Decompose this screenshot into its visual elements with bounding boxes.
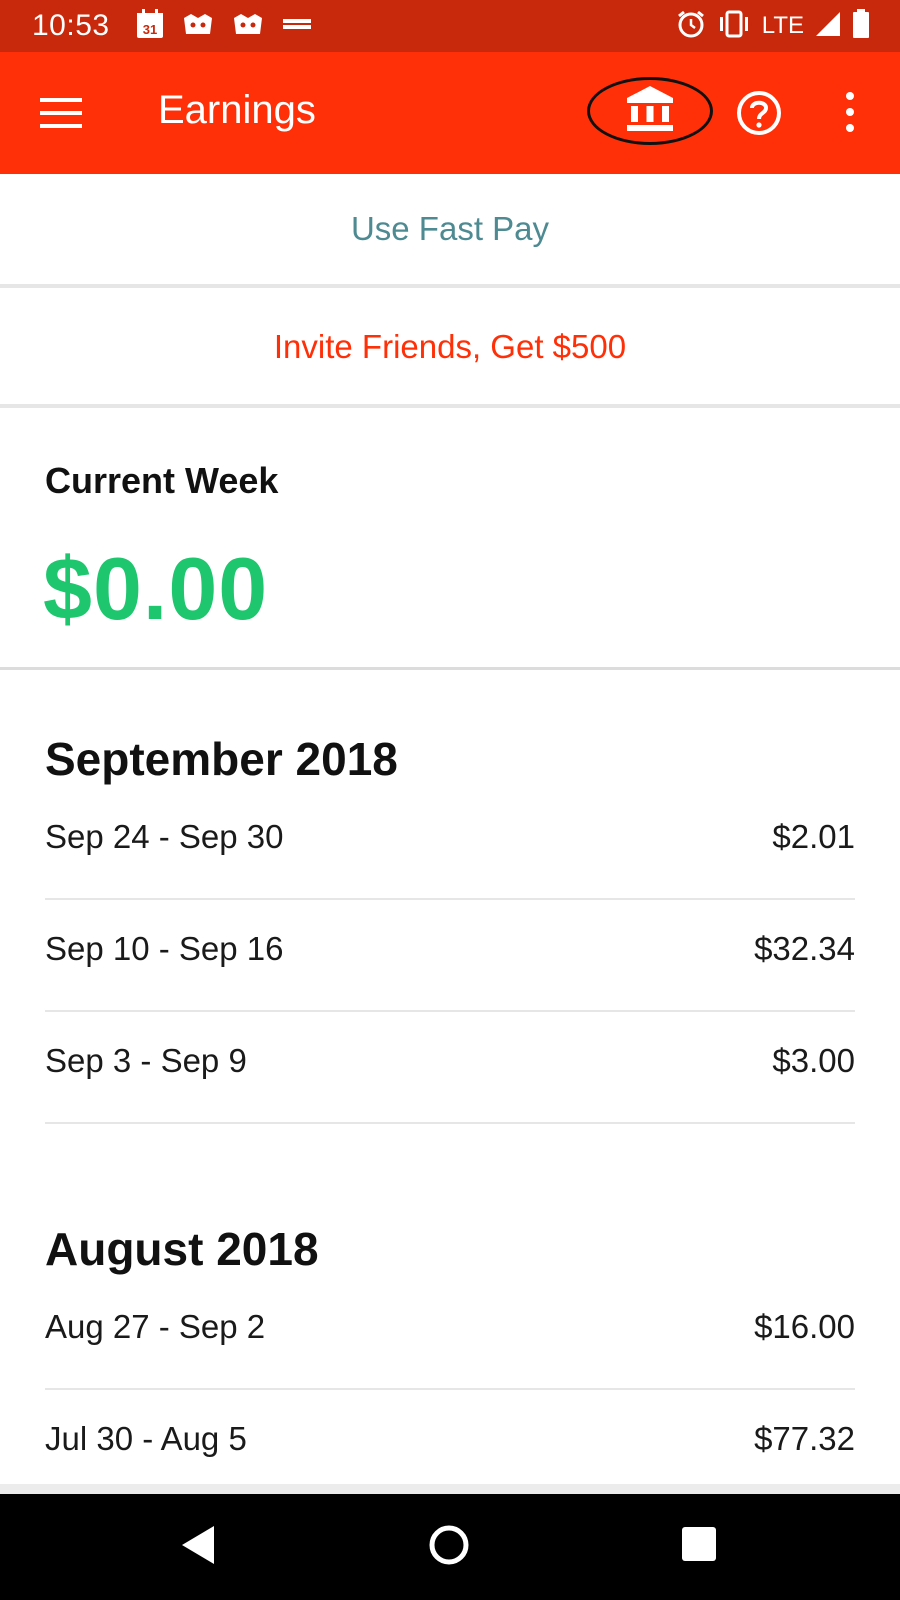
overflow-menu-icon[interactable] — [842, 90, 858, 136]
invite-label: Invite Friends, Get $500 — [273, 328, 627, 365]
bank-button[interactable] — [587, 77, 713, 145]
week-amount: $32.34 — [754, 930, 855, 967]
menu-icon[interactable] — [40, 96, 82, 130]
vibrate-icon — [716, 9, 752, 44]
status-bar: 10:53 31 LTE — [0, 0, 900, 52]
status-notification-icons: 31 — [136, 8, 312, 44]
battery-icon — [852, 8, 870, 44]
earnings-row[interactable]: Sep 10 - Sep 16 $32.34 — [45, 900, 855, 1012]
current-week-label: Current Week — [45, 460, 279, 501]
week-range: Sep 10 - Sep 16 — [45, 930, 284, 967]
month-heading: August 2018 — [45, 1223, 319, 1275]
week-range: Sep 3 - Sep 9 — [45, 1042, 247, 1079]
week-amount: $2.01 — [772, 818, 855, 855]
back-icon[interactable] — [180, 1524, 216, 1566]
bank-icon — [625, 84, 675, 139]
calendar-day: 31 — [142, 22, 156, 37]
nav-divider — [0, 1484, 900, 1494]
network-type: LTE — [761, 12, 804, 39]
fast-pay-label: Use Fast Pay — [350, 210, 550, 247]
week-amount: $16.00 — [754, 1308, 855, 1345]
notification-icon — [282, 17, 312, 36]
earnings-row[interactable]: Aug 27 - Sep 2 $16.00 — [45, 1278, 855, 1390]
app-bar: Earnings — [0, 52, 900, 174]
week-range: Jul 30 - Aug 5 — [45, 1420, 247, 1457]
divider — [0, 667, 900, 670]
fast-pay-button[interactable]: Use Fast Pay — [0, 174, 900, 288]
week-range: Sep 24 - Sep 30 — [45, 818, 284, 855]
alarm-icon — [676, 9, 706, 44]
calendar-icon: 31 — [136, 8, 164, 44]
status-system-icons: LTE — [676, 0, 870, 52]
crown-icon — [232, 10, 264, 43]
earnings-row[interactable]: Sep 24 - Sep 30 $2.01 — [45, 788, 855, 900]
crown-icon — [182, 10, 214, 43]
help-icon[interactable] — [736, 90, 782, 136]
status-time: 10:53 — [32, 9, 110, 42]
page-title: Earnings — [158, 88, 316, 132]
system-nav-bar — [0, 1494, 900, 1600]
recents-icon[interactable] — [682, 1527, 716, 1561]
week-amount: $77.32 — [754, 1420, 855, 1457]
week-amount: $3.00 — [772, 1042, 855, 1079]
current-week-amount: $0.00 — [43, 539, 269, 638]
earnings-row[interactable]: Sep 3 - Sep 9 $3.00 — [45, 1012, 855, 1124]
signal-icon — [814, 10, 842, 43]
home-icon[interactable] — [428, 1524, 470, 1566]
month-heading: September 2018 — [45, 733, 398, 785]
week-range: Aug 27 - Sep 2 — [45, 1308, 266, 1345]
invite-friends-button[interactable]: Invite Friends, Get $500 — [0, 290, 900, 408]
